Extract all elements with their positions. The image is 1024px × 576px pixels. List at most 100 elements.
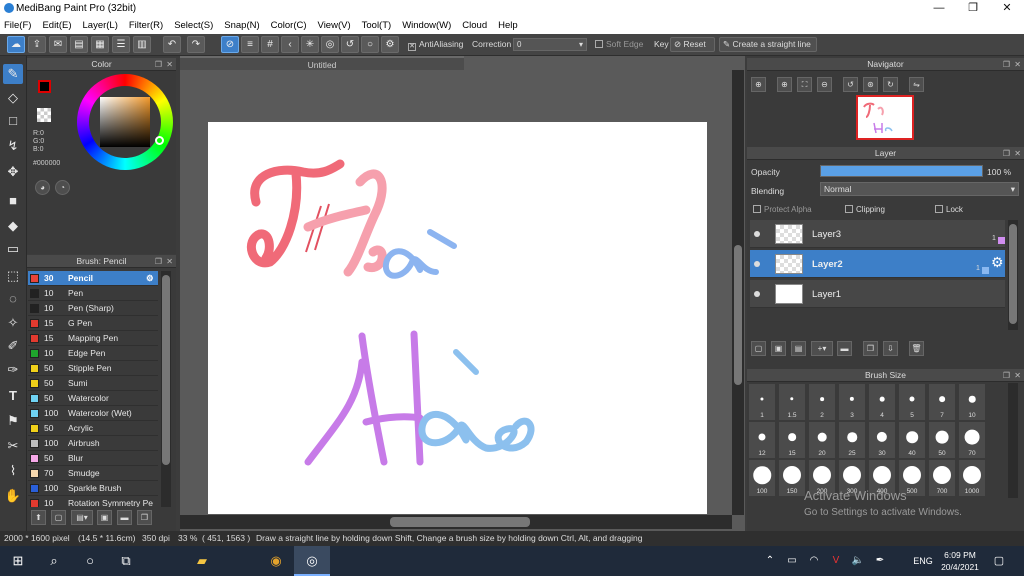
maximize-button[interactable]: ❐ <box>956 0 990 17</box>
cross-snap-icon[interactable]: # <box>261 36 279 53</box>
medibang-taskbar-icon[interactable]: ◎ <box>294 546 330 576</box>
menu-layer[interactable]: Layer(L) <box>83 20 118 31</box>
redo-icon[interactable]: ↷ <box>187 36 205 53</box>
undock-icon[interactable]: ❐ <box>1003 369 1010 382</box>
brush-settings-gear-icon[interactable]: ⚙ <box>146 271 154 286</box>
select-pen-icon[interactable]: ✐ <box>3 336 23 356</box>
zoom-in-2-icon[interactable]: ⊕ <box>777 77 792 92</box>
brush-size-cell[interactable]: 10 <box>958 383 986 421</box>
brush-size-cell[interactable]: 100 <box>748 459 776 497</box>
brush-list-item[interactable]: 50 Acrylic <box>28 421 158 436</box>
opacity-slider[interactable] <box>820 165 983 177</box>
dot-tool-icon[interactable]: □ <box>3 111 23 131</box>
text-tool-icon[interactable]: T <box>3 386 23 406</box>
brush-list-item[interactable]: 15 Mapping Pen <box>28 331 158 346</box>
eyedropper-icon[interactable]: ⌇ <box>3 461 23 481</box>
snap-off-icon[interactable]: ⊘ <box>221 36 239 53</box>
layer-list-scroll-thumb[interactable] <box>1009 224 1017 324</box>
brush-size-cell[interactable]: 4 <box>868 383 896 421</box>
wifi-icon[interactable]: ◠ <box>804 546 824 576</box>
cloud-icon[interactable]: ☁ <box>7 36 25 53</box>
brush-menu-icon[interactable]: ▤▾ <box>71 510 93 525</box>
clock[interactable]: 6:09 PM 20/4/2021 <box>940 549 980 573</box>
undo-icon[interactable]: ↶ <box>163 36 181 53</box>
brush-size-cell[interactable]: 20 <box>808 421 836 459</box>
brush-size-cell[interactable]: 12 <box>748 421 776 459</box>
lock-checkbox[interactable] <box>935 205 943 213</box>
new-file-icon[interactable]: ▤ <box>70 36 88 53</box>
rotate-reset-icon[interactable]: ⊛ <box>863 77 878 92</box>
share-icon[interactable]: ⇪ <box>28 36 46 53</box>
brush-list-item[interactable]: 10 Pen (Sharp) <box>28 301 158 316</box>
curve-snap-icon[interactable]: ↺ <box>341 36 359 53</box>
cortana-icon[interactable]: ○ <box>72 546 108 576</box>
new-layer-icon[interactable]: ▢ <box>751 341 766 356</box>
close-icon[interactable]: ✕ <box>166 58 173 71</box>
add-layer-menu-icon[interactable]: +▾ <box>811 341 833 356</box>
menu-filter[interactable]: Filter(R) <box>129 20 163 31</box>
navigator-preview[interactable] <box>856 95 914 140</box>
menu-cloud[interactable]: Cloud <box>462 20 487 31</box>
brush-list-item[interactable]: 15 G Pen <box>28 316 158 331</box>
new-halftone-layer-icon[interactable]: ▣ <box>771 341 786 356</box>
brush-size-cell[interactable]: 700 <box>928 459 956 497</box>
curve-tool-icon[interactable]: ↯ <box>3 136 23 156</box>
divide-tool-icon[interactable]: ✂ <box>3 436 23 456</box>
folder-icon[interactable]: ▬ <box>117 510 132 525</box>
brush-list-item[interactable]: 50 Sumi <box>28 376 158 391</box>
close-icon[interactable]: ✕ <box>166 255 173 268</box>
undock-icon[interactable]: ❐ <box>1003 58 1010 71</box>
zoom-out-icon[interactable]: ⊖ <box>817 77 832 92</box>
brush-size-cell[interactable]: 2 <box>808 383 836 421</box>
brush-list-scroll-thumb[interactable] <box>162 275 170 465</box>
ellipse-snap-icon[interactable]: ○ <box>361 36 379 53</box>
palette-icon[interactable]: ◕ <box>35 180 50 195</box>
search-icon[interactable]: ⌕ <box>36 546 72 576</box>
paint-app-icon[interactable]: ◉ <box>258 546 294 576</box>
merge-layer-icon[interactable]: ⇩ <box>883 341 898 356</box>
rotate-right-icon[interactable]: ↻ <box>883 77 898 92</box>
brush-size-cell[interactable]: 3 <box>838 383 866 421</box>
document-icon[interactable]: ▦ <box>91 36 109 53</box>
brush-list-item[interactable]: 70 Smudge <box>28 466 158 481</box>
hue-handle[interactable] <box>155 136 164 145</box>
correction-select[interactable]: 0 ▾ <box>513 38 587 51</box>
canvas-paper[interactable] <box>208 122 707 514</box>
clipping-toggle[interactable]: Clipping <box>845 205 885 214</box>
brush-size-cell[interactable]: 1000 <box>958 459 986 497</box>
brush-size-scrollbar[interactable] <box>1008 383 1018 498</box>
select-tool-icon[interactable]: ⬚ <box>3 266 23 286</box>
menu-window[interactable]: Window(W) <box>402 20 451 31</box>
snap-settings-icon[interactable]: ⚙ <box>381 36 399 53</box>
chevron-up-icon[interactable]: ⌃ <box>760 546 780 576</box>
canvas-vertical-scroll-thumb[interactable] <box>734 245 742 385</box>
notification-icon[interactable]: ▢ <box>986 546 1012 576</box>
visibility-eye-icon[interactable] <box>754 291 760 297</box>
flip-icon[interactable]: ⇋ <box>909 77 924 92</box>
soft-edge-toggle[interactable]: Soft Edge <box>595 39 643 49</box>
parallel-snap-icon[interactable]: ≡ <box>241 36 259 53</box>
brush-list-item[interactable]: 50 Stipple Pen <box>28 361 158 376</box>
language-indicator[interactable]: ENG <box>908 546 938 576</box>
straight-line-button[interactable]: ✎ Create a straight line <box>719 37 817 52</box>
brush-list-item[interactable]: 30 Pencil ⚙ <box>28 271 158 286</box>
close-icon[interactable]: ✕ <box>1014 147 1021 160</box>
gradient-tool-icon[interactable]: ▭ <box>3 239 23 259</box>
brush-size-cell[interactable]: 15 <box>778 421 806 459</box>
close-button[interactable]: ✕ <box>990 0 1024 17</box>
layer-row[interactable]: Layer1 <box>750 280 1005 308</box>
hand-tool-icon[interactable]: ✋ <box>3 486 23 506</box>
soft-edge-checkbox[interactable] <box>595 40 603 48</box>
document-tab[interactable]: Untitled <box>180 56 464 70</box>
select-eraser-icon[interactable]: ✑ <box>3 360 23 380</box>
brush-size-cell[interactable]: 1 <box>748 383 776 421</box>
new-8bit-layer-icon[interactable]: ▤ <box>791 341 806 356</box>
brush-list-scrollbar[interactable] <box>161 271 171 507</box>
brush-list-item[interactable]: 100 Sparkle Brush <box>28 481 158 496</box>
canvas-vertical-scrollbar[interactable] <box>732 70 744 515</box>
menu-color[interactable]: Color(C) <box>271 20 307 31</box>
antialiasing-toggle[interactable]: ✕ AntiAliasing <box>408 39 463 51</box>
close-icon[interactable]: ✕ <box>1014 58 1021 71</box>
canvas-horizontal-scroll-thumb[interactable] <box>390 517 530 527</box>
undock-icon[interactable]: ❐ <box>155 58 162 71</box>
